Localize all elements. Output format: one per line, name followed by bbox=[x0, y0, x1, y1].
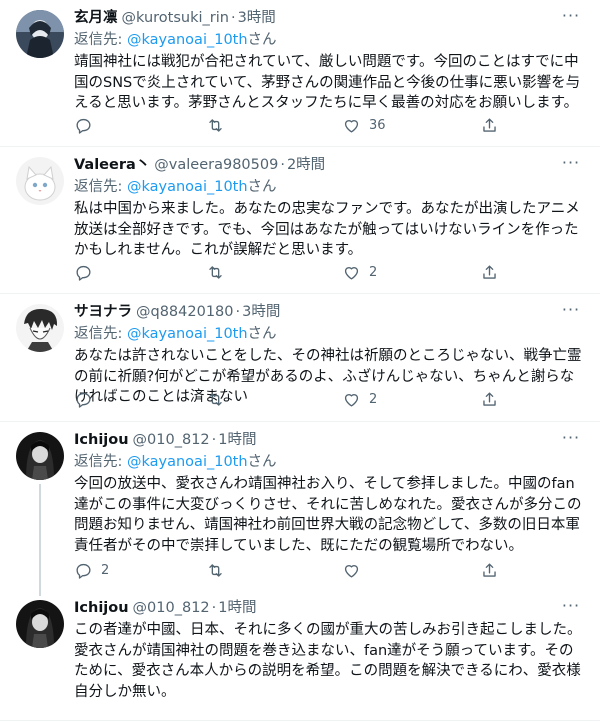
reply-to-mention[interactable]: @kayanoai_10th bbox=[127, 454, 248, 470]
avatar[interactable] bbox=[16, 157, 64, 205]
user-handle[interactable]: @valeera980509 bbox=[154, 155, 278, 175]
reply-to-mention[interactable]: @kayanoai_10th bbox=[127, 179, 248, 195]
display-name[interactable]: Ichijou bbox=[74, 430, 129, 450]
share-button[interactable] bbox=[480, 263, 499, 282]
heart-icon bbox=[344, 564, 359, 578]
share-button[interactable] bbox=[480, 390, 499, 409]
reply-icon bbox=[76, 392, 91, 408]
like-button[interactable]: 2 bbox=[342, 263, 383, 282]
like-button[interactable] bbox=[342, 561, 383, 580]
like-count: 36 bbox=[369, 117, 386, 133]
more-options-icon[interactable]: ··· bbox=[558, 6, 584, 26]
separator-dot: · bbox=[280, 157, 285, 173]
reply-to-label: 返信先: bbox=[74, 32, 127, 48]
separator-dot: · bbox=[211, 432, 217, 448]
reply-to-suffix: さん bbox=[247, 32, 277, 48]
more-options-icon[interactable]: ··· bbox=[558, 596, 584, 616]
reply-to-label: 返信先: bbox=[74, 179, 127, 195]
more-options-icon[interactable]: ··· bbox=[558, 300, 584, 320]
share-button[interactable] bbox=[480, 561, 499, 580]
like-button[interactable]: 36 bbox=[342, 116, 386, 135]
share-icon bbox=[483, 391, 496, 406]
user-handle[interactable]: @010_812 bbox=[133, 598, 210, 618]
reply-to-line: 返信先: @kayanoai_10thさん bbox=[74, 324, 586, 344]
timestamp[interactable]: 3時間 bbox=[242, 302, 280, 322]
more-options-icon[interactable]: ··· bbox=[558, 428, 584, 448]
tweet-actions: 2 bbox=[74, 558, 504, 582]
like-count: 2 bbox=[369, 391, 378, 407]
avatar[interactable] bbox=[16, 432, 64, 480]
share-icon bbox=[483, 117, 496, 132]
timestamp[interactable]: 2時間 bbox=[287, 155, 325, 175]
more-options-icon[interactable]: ··· bbox=[558, 153, 584, 173]
tweet-text: 靖国神社には戦犯が合祀されていて、厳しい問題です。今回のことはすでに中国のSNS… bbox=[74, 54, 581, 111]
retweet-button[interactable] bbox=[206, 263, 247, 282]
reply-icon bbox=[76, 118, 91, 134]
avatar[interactable] bbox=[16, 304, 64, 352]
reply-button[interactable]: 2 bbox=[74, 561, 115, 580]
timestamp[interactable]: 1時間 bbox=[218, 430, 256, 450]
reply-to-suffix: さん bbox=[247, 326, 277, 342]
separator-dot: · bbox=[230, 10, 236, 26]
reply-count: 2 bbox=[101, 562, 110, 578]
reply-to-suffix: さん bbox=[247, 454, 277, 470]
heart-icon bbox=[344, 393, 359, 407]
tweet-actions: 2 bbox=[74, 387, 504, 411]
reply-icon bbox=[76, 563, 91, 579]
retweet-icon bbox=[209, 118, 222, 132]
timestamp[interactable]: 3時間 bbox=[238, 8, 276, 28]
retweet-button[interactable] bbox=[206, 116, 247, 135]
heart-icon bbox=[344, 119, 359, 133]
tweet-text: 今回の放送中、愛衣さんわ靖国神社お入り、そして参拝しました。中國のfan達がこの… bbox=[74, 476, 582, 554]
reply-to-mention[interactable]: @kayanoai_10th bbox=[127, 32, 248, 48]
retweet-button[interactable] bbox=[206, 390, 247, 409]
separator-dot: · bbox=[235, 304, 241, 320]
tweet-actions: 2 bbox=[74, 260, 504, 284]
tweet[interactable]: Ichijou @010_812 · 1時間 返信先: @kayanoai_10… bbox=[0, 422, 600, 590]
tweet-text: 私は中国から来ました。あなたの忠実なファンです。あなたが出演したアニメ放送は全部… bbox=[74, 201, 580, 258]
timestamp[interactable]: 1時間 bbox=[218, 598, 256, 618]
retweet-icon bbox=[209, 392, 222, 406]
reply-to-mention[interactable]: @kayanoai_10th bbox=[127, 326, 248, 342]
reply-to-label: 返信先: bbox=[74, 454, 127, 470]
separator-dot: · bbox=[211, 600, 217, 616]
reply-button[interactable] bbox=[74, 390, 115, 409]
user-handle[interactable]: @q88420180 bbox=[136, 302, 234, 322]
share-button[interactable] bbox=[480, 116, 499, 135]
reply-button[interactable] bbox=[74, 116, 115, 135]
heart-icon bbox=[344, 266, 359, 280]
like-count: 2 bbox=[369, 264, 378, 280]
tweet-text: この者達が中國、日本、それに多くの國が重大の苦しみお引き起こしました。愛衣さんが… bbox=[74, 622, 582, 700]
tweet[interactable]: Valeera丶 @valeera980509 · 2時間 返信先: @kaya… bbox=[0, 147, 600, 294]
reply-to-suffix: さん bbox=[247, 179, 277, 195]
thread-line bbox=[39, 590, 41, 596]
reply-to-line: 返信先: @kayanoai_10thさん bbox=[74, 177, 586, 197]
like-button[interactable]: 2 bbox=[342, 390, 383, 409]
display-name[interactable]: Ichijou bbox=[74, 598, 129, 618]
display-name[interactable]: Valeera丶 bbox=[74, 155, 150, 175]
retweet-icon bbox=[209, 265, 222, 279]
avatar[interactable] bbox=[16, 600, 64, 648]
retweet-icon bbox=[209, 563, 222, 577]
reply-to-label: 返信先: bbox=[74, 326, 127, 342]
thread-line bbox=[39, 484, 41, 590]
reply-to-line: 返信先: @kayanoai_10thさん bbox=[74, 30, 586, 50]
tweet-feed: 玄月凛 @kurotsuki_rin · 3時間 返信先: @kayanoai_… bbox=[0, 0, 600, 721]
display-name[interactable]: 玄月凛 bbox=[74, 8, 118, 28]
reply-to-line: 返信先: @kayanoai_10thさん bbox=[74, 452, 586, 472]
retweet-button[interactable] bbox=[206, 561, 247, 580]
tweet-actions: 36 bbox=[74, 113, 504, 137]
user-handle[interactable]: @kurotsuki_rin bbox=[122, 8, 229, 28]
share-icon bbox=[483, 264, 496, 279]
share-icon bbox=[483, 562, 496, 577]
tweet[interactable]: 玄月凛 @kurotsuki_rin · 3時間 返信先: @kayanoai_… bbox=[0, 0, 600, 147]
tweet[interactable]: Ichijou @010_812 · 1時間 この者達が中國、日本、それに多くの… bbox=[0, 590, 600, 721]
tweet[interactable]: サヨナラ @q88420180 · 3時間 返信先: @kayanoai_10t… bbox=[0, 294, 600, 422]
avatar[interactable] bbox=[16, 10, 64, 58]
reply-button[interactable] bbox=[74, 263, 115, 282]
user-handle[interactable]: @010_812 bbox=[133, 430, 210, 450]
display-name[interactable]: サヨナラ bbox=[74, 302, 132, 322]
reply-icon bbox=[76, 265, 91, 281]
